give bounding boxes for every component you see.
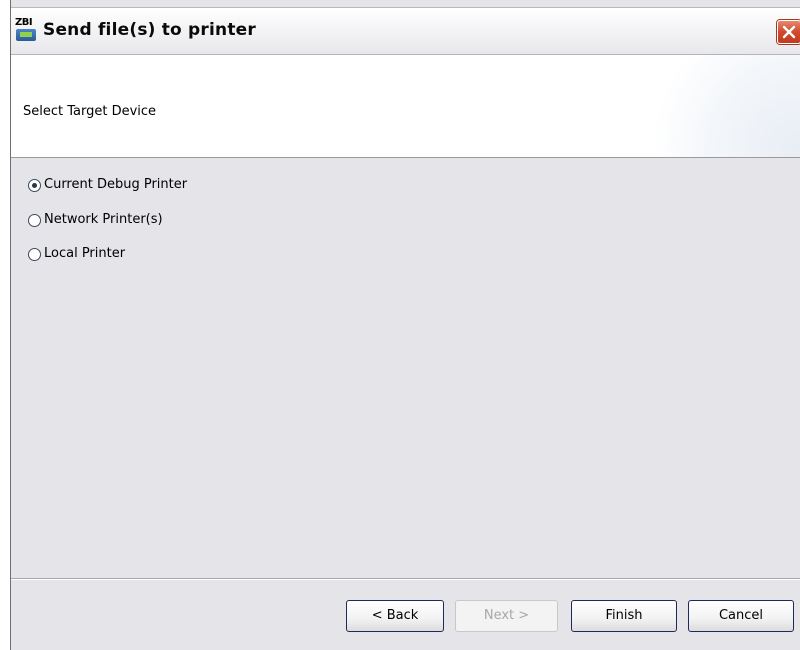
window-title: Send file(s) to printer	[43, 20, 256, 40]
cancel-button[interactable]: Cancel	[688, 600, 794, 632]
title-bar[interactable]: ZBI Send file(s) to printer	[11, 7, 800, 55]
send-to-printer-dialog: ZBI Send file(s) to printer Select Targe…	[10, 0, 800, 650]
radio-button[interactable]	[28, 179, 41, 192]
close-icon	[782, 25, 796, 39]
close-button[interactable]	[777, 20, 800, 44]
option-label: Network Printer(s)	[44, 212, 163, 227]
footer-separator	[11, 578, 800, 580]
option-label: Current Debug Printer	[44, 177, 188, 192]
option-label: Local Printer	[44, 246, 126, 261]
next-button: Next >	[455, 600, 558, 632]
radio-button[interactable]	[28, 214, 41, 227]
finish-button[interactable]: Finish	[571, 600, 677, 632]
page-title: Select Target Device	[23, 104, 157, 119]
wizard-header: Select Target Device	[11, 55, 800, 158]
printer-glyph	[16, 29, 36, 41]
app-icon-text: ZBI	[15, 17, 33, 28]
zbi-printer-icon: ZBI	[15, 18, 37, 42]
header-decoration	[641, 55, 800, 157]
radio-button[interactable]	[28, 248, 41, 261]
back-button[interactable]: < Back	[346, 600, 444, 632]
